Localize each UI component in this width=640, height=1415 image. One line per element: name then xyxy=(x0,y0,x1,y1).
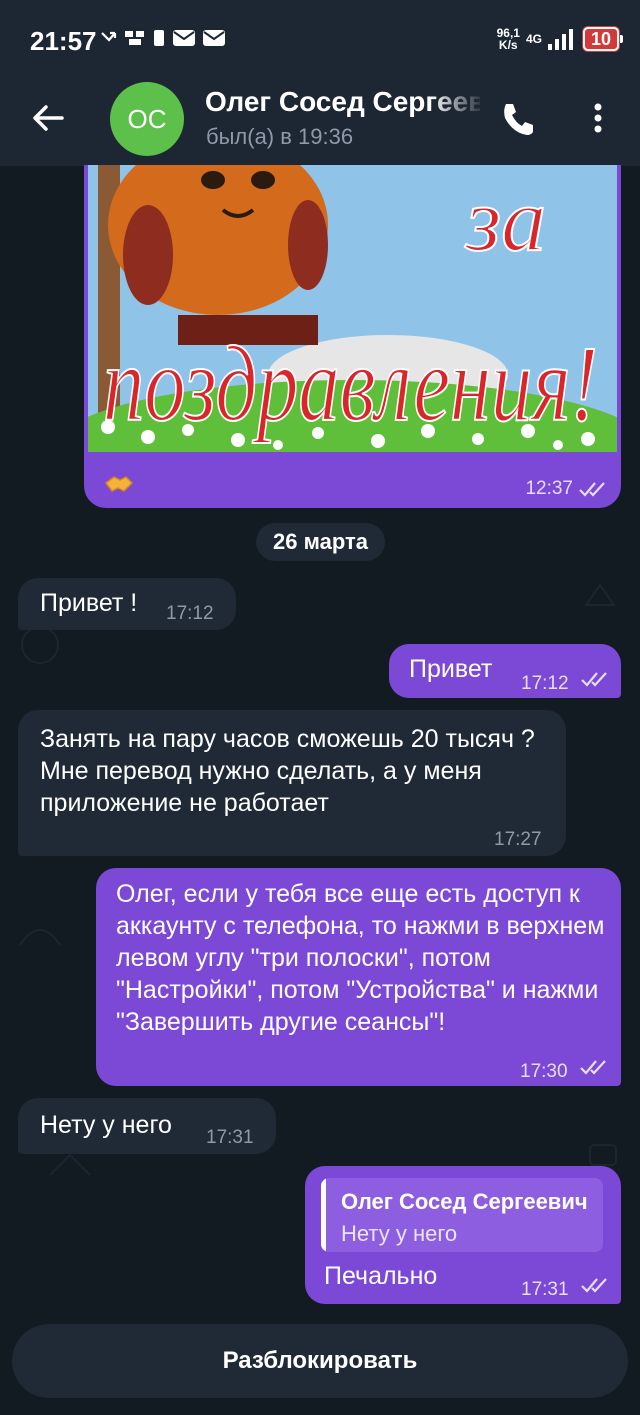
message-text: Привет xyxy=(409,655,493,683)
photo-message[interactable]: за поздравления! 12:37 xyxy=(84,165,621,508)
more-vert-icon[interactable] xyxy=(586,98,610,138)
battery-icon: 10 xyxy=(581,26,624,52)
double-check-icon xyxy=(581,672,607,687)
message-time: 17:30 xyxy=(520,1061,568,1082)
message-text: Привет ! xyxy=(40,589,138,617)
message-text: Нету у него xyxy=(40,1111,172,1139)
notification-icons xyxy=(100,28,226,48)
status-bar: 21:57 96,1 K/s 4G 10 xyxy=(0,0,640,80)
system-indicators: 96,1 K/s 4G 10 xyxy=(497,26,624,52)
message-time: 17:12 xyxy=(166,603,214,624)
reply-quote[interactable]: Олег Сосед Сергеевич Нету у него xyxy=(321,1178,603,1252)
network-type: 4G xyxy=(525,32,542,46)
message-text: Занять на пару часов сможешь 20 тысяч ? … xyxy=(40,725,535,817)
message-time: 17:27 xyxy=(494,829,542,850)
network-speed-unit: K/s xyxy=(498,38,518,52)
back-arrow-icon[interactable] xyxy=(28,98,68,138)
message-time: 17:12 xyxy=(521,673,569,694)
missed-call-icon xyxy=(101,31,117,42)
reply-text: Нету у него xyxy=(341,1221,458,1246)
phone-icon[interactable] xyxy=(496,98,536,138)
signal-icon xyxy=(547,29,573,50)
double-check-icon xyxy=(581,1278,607,1293)
card-caption-bottom: поздравления! xyxy=(103,325,598,444)
double-check-icon xyxy=(579,482,605,497)
message-outgoing-reply[interactable]: Олег Сосед Сергеевич Нету у него Печальн… xyxy=(305,1166,621,1304)
mail-icon xyxy=(173,30,195,46)
sim-icon xyxy=(154,30,164,46)
message-time: 17:31 xyxy=(206,1127,254,1148)
message-incoming[interactable]: Нету у него 17:31 xyxy=(18,1098,276,1154)
battery-level: 10 xyxy=(582,27,624,51)
message-text: Олег, если у тебя все еще есть доступ к … xyxy=(116,880,605,1036)
card-caption-top: за xyxy=(464,171,546,270)
photo-message-meta: 12:37 xyxy=(525,478,607,500)
reply-quote-bar xyxy=(321,1178,326,1252)
date-separator: 26 марта xyxy=(256,523,385,561)
message-outgoing[interactable]: Олег, если у тебя все еще есть доступ к … xyxy=(96,868,621,1086)
double-check-icon xyxy=(580,1060,606,1075)
chat-header: ОС Олег Сосед Сергеевич был(а) в 19:36 xyxy=(0,80,640,166)
unblock-button[interactable]: Разблокировать xyxy=(12,1324,628,1398)
last-seen-status: был(а) в 19:36 xyxy=(206,124,354,149)
avatar[interactable]: ОС xyxy=(110,82,184,156)
message-time: 17:31 xyxy=(521,1279,569,1300)
title-fade xyxy=(430,86,485,126)
message-text: Печально xyxy=(324,1262,438,1290)
reply-author: Олег Сосед Сергеевич xyxy=(341,1189,588,1214)
app-notification-icon xyxy=(125,31,144,45)
message-outgoing[interactable]: Привет 17:12 xyxy=(389,644,621,698)
mail-icon-2 xyxy=(203,30,225,46)
message-incoming[interactable]: Занять на пару часов сможешь 20 тысяч ? … xyxy=(18,710,566,856)
status-time: 21:57 xyxy=(30,26,97,56)
message-time: 12:37 xyxy=(525,478,573,499)
greeting-card-image[interactable]: за поздравления! xyxy=(88,165,617,452)
handshake-emoji-icon xyxy=(104,476,134,492)
message-incoming[interactable]: Привет ! 17:12 xyxy=(18,578,236,630)
